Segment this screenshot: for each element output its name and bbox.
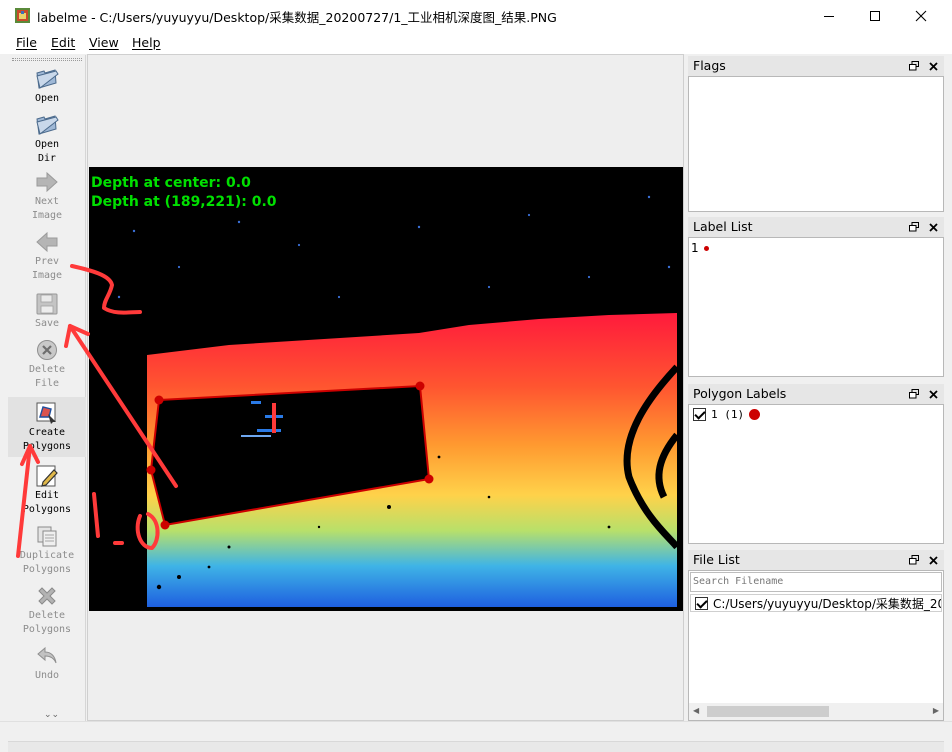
maximize-icon — [870, 10, 880, 21]
folder-open-icon — [36, 69, 59, 89]
label-list-dock-title: Label List — [693, 219, 753, 234]
arrow-right-icon — [36, 171, 58, 193]
open-dir-button[interactable]: Open Dir — [8, 111, 86, 166]
flags-dock-title: Flags — [693, 58, 726, 73]
depth-image-canvas[interactable]: Depth at center: 0.0 Depth at (189,221):… — [89, 167, 683, 611]
prev-image-button[interactable]: Prev Image — [8, 230, 86, 283]
polygon-label-item[interactable]: 1 (1) — [693, 408, 761, 421]
delete-polygons-button[interactable]: Delete Polygons — [8, 584, 86, 637]
close-icon[interactable] — [929, 389, 938, 399]
background-window-strip — [8, 741, 944, 752]
polygon-color-dot — [749, 409, 761, 420]
label-list-item[interactable]: 1 — [691, 241, 709, 255]
file-list-item[interactable]: C:/Users/yuyuyyu/Desktop/采集数据_2020 — [690, 594, 942, 612]
polygon-labels-panel: 1 (1) — [688, 404, 944, 544]
create-polygon-icon — [36, 402, 56, 424]
open-button[interactable]: Open — [8, 65, 86, 106]
depth-center-text: Depth at center: 0.0 — [91, 175, 251, 191]
horizontal-scrollbar[interactable]: ◀ ▶ — [689, 703, 943, 720]
edit-pencil-icon — [36, 465, 58, 487]
chevron-double-down-icon[interactable]: ⌄⌄ — [44, 710, 59, 720]
menu-view[interactable]: View — [89, 35, 119, 50]
close-icon[interactable] — [929, 61, 938, 71]
polygon-labels-dock-title: Polygon Labels — [693, 386, 787, 401]
close-icon[interactable] — [929, 222, 938, 232]
close-icon[interactable] — [929, 555, 938, 565]
file-list-dock-title: File List — [693, 552, 740, 567]
edit-polygons-button[interactable]: Edit Polygons — [8, 464, 86, 517]
duplicate-icon — [37, 526, 57, 547]
save-button[interactable]: Save — [8, 292, 86, 331]
minimize-icon — [824, 15, 834, 17]
scroll-right-icon[interactable]: ▶ — [933, 706, 939, 715]
toolbar-grip[interactable] — [12, 58, 82, 61]
search-filename-input[interactable]: Search Filename — [690, 572, 942, 592]
title-bar: labelme - C:/Users/yuyuyyu/Desktop/采集数据_… — [0, 0, 952, 31]
canvas-area[interactable]: Depth at center: 0.0 Depth at (189,221):… — [87, 54, 684, 721]
scrollbar-thumb[interactable] — [707, 706, 829, 717]
labelme-app-icon — [15, 8, 30, 23]
next-image-button[interactable]: Next Image — [8, 170, 86, 223]
float-icon[interactable] — [909, 222, 919, 232]
menu-help[interactable]: Help — [132, 35, 161, 50]
float-icon[interactable] — [909, 555, 919, 565]
file-list-dock: File List Search Filename C:/Users/yuyuy… — [688, 550, 944, 721]
undo-button[interactable]: Undo — [8, 644, 86, 683]
flags-dock: Flags — [688, 56, 944, 212]
file-checkbox[interactable] — [695, 597, 708, 610]
folder-open-icon — [36, 115, 59, 135]
minimize-button[interactable] — [806, 0, 852, 31]
maximize-button[interactable] — [852, 0, 898, 31]
float-icon[interactable] — [909, 389, 919, 399]
floppy-icon — [36, 293, 58, 315]
polygon-labels-dock: Polygon Labels 1 (1) — [688, 384, 944, 544]
duplicate-polygons-button[interactable]: Duplicate Polygons — [8, 524, 86, 577]
menu-edit[interactable]: Edit — [51, 35, 75, 50]
menu-file[interactable]: File — [16, 35, 37, 50]
arrow-left-icon — [36, 231, 58, 253]
scroll-left-icon[interactable]: ◀ — [693, 706, 699, 715]
flags-panel — [688, 76, 944, 212]
window-title: labelme - C:/Users/yuyuyyu/Desktop/采集数据_… — [37, 10, 557, 25]
delete-circle-icon — [37, 340, 57, 360]
undo-icon — [37, 646, 57, 664]
float-icon[interactable] — [909, 61, 919, 71]
close-icon — [915, 10, 927, 21]
delete-x-icon — [38, 587, 56, 605]
menu-bar: File Edit View Help — [0, 31, 952, 54]
left-toolbar: Open Open Dir Next Image Prev Image Save — [8, 55, 86, 721]
create-polygons-button[interactable]: Create Polygons — [8, 397, 86, 457]
label-list-dock: Label List 1 — [688, 217, 944, 377]
label-list-panel: 1 — [688, 237, 944, 377]
close-window-button[interactable] — [898, 0, 944, 31]
file-list-panel: Search Filename C:/Users/yuyuyyu/Desktop… — [688, 570, 944, 721]
label-color-dot — [703, 245, 709, 251]
delete-file-button[interactable]: Delete File — [8, 338, 86, 391]
polygon-visible-checkbox[interactable] — [693, 408, 706, 421]
depth-point-text: Depth at (189,221): 0.0 — [91, 194, 277, 210]
